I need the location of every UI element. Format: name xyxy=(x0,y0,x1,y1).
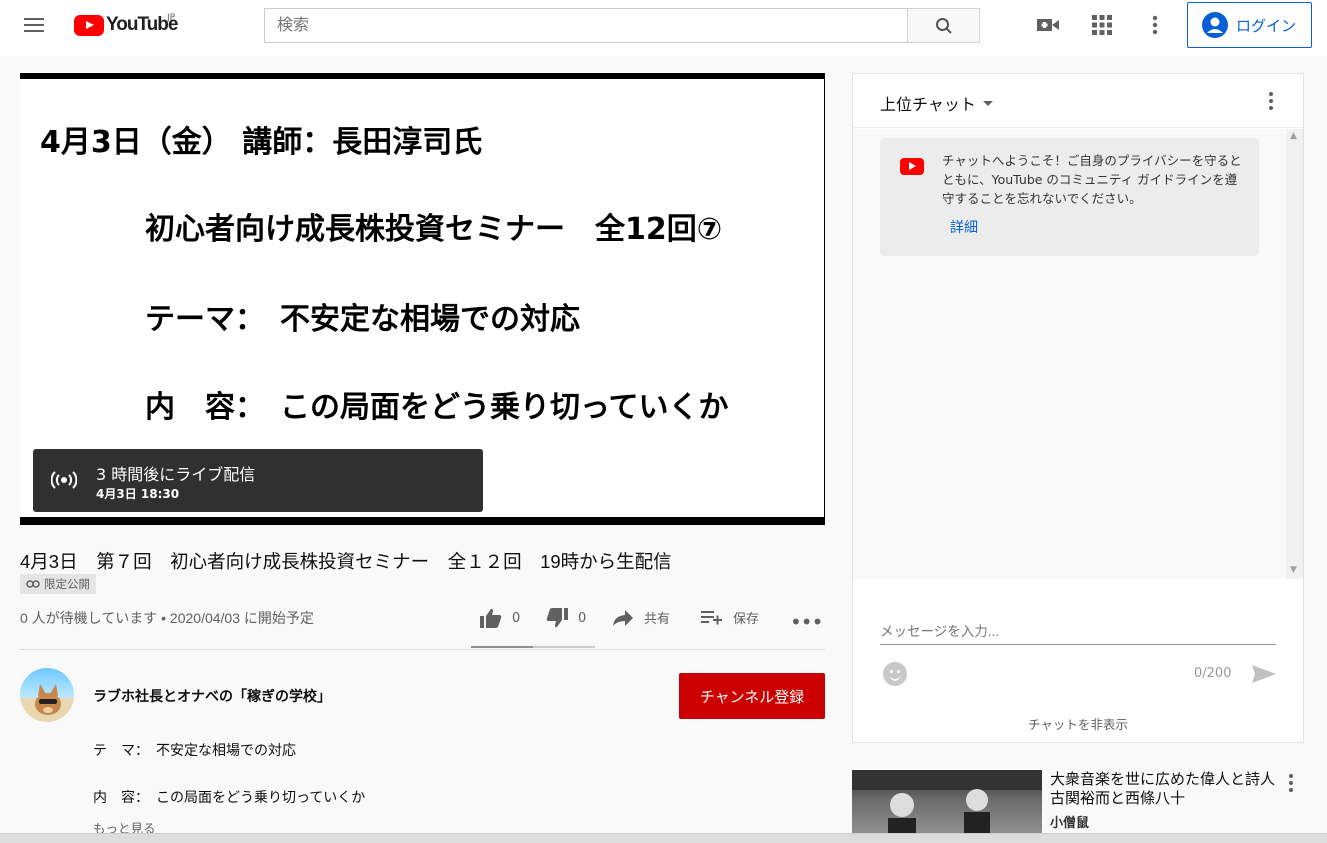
related-more-icon[interactable] xyxy=(1285,772,1297,794)
char-count: 0/200 xyxy=(1194,666,1232,681)
live-chat-panel: 上位チャット チャットへようこそ！ご自身のプライバシーを守るとともに、YouTu… xyxy=(852,73,1304,743)
live-broadcast-icon xyxy=(51,471,77,489)
youtube-logo[interactable]: YouTube xyxy=(74,13,178,37)
share-button[interactable]: 共有 xyxy=(612,608,670,627)
sentiment-bar-fill xyxy=(471,646,533,648)
sentiment-bar xyxy=(471,646,595,648)
top-bar: YouTube JP ログイン xyxy=(0,0,1327,56)
video-meta: 0 人が待機しています • 2020/04/03 に開始予定 xyxy=(20,610,314,626)
send-icon[interactable] xyxy=(1251,664,1277,684)
chat-message-input[interactable] xyxy=(880,619,1276,645)
subscribe-button[interactable]: チャンネル登録 xyxy=(679,673,825,719)
chat-header: 上位チャット xyxy=(853,74,1303,128)
login-label: ログイン xyxy=(1236,17,1297,35)
learn-more-link[interactable]: 詳細 xyxy=(950,217,978,237)
apps-grid-icon[interactable] xyxy=(1090,13,1114,37)
create-video-icon[interactable] xyxy=(1036,13,1060,37)
related-video-channel: 小僧鼠 xyxy=(1050,816,1090,831)
chat-scrollbar[interactable]: ▲ ▼ xyxy=(1286,129,1303,579)
divider xyxy=(20,649,825,650)
related-video-title[interactable]: 大衆音楽を世に広めた偉人と詩人 古関裕而と西條八十 xyxy=(1050,770,1290,808)
slide-line: 4月3日（金） 講師：長田淳司氏 xyxy=(40,125,483,160)
description-line: 内 容： この局面をどう乗り切っていくか xyxy=(93,789,366,805)
slide-line: テーマ： 不安定な相場での対応 xyxy=(145,302,580,337)
share-icon xyxy=(613,609,633,626)
youtube-icon xyxy=(900,158,924,175)
playlist-add-icon xyxy=(701,610,722,624)
live-start-date: 4月3日 18:30 xyxy=(96,487,180,501)
hide-chat-button[interactable]: チャットを非表示 xyxy=(853,714,1303,733)
chat-mode-label: 上位チャット xyxy=(880,95,976,114)
search-input[interactable] xyxy=(264,8,908,43)
emoji-icon[interactable] xyxy=(883,662,907,686)
like-count: 0 xyxy=(512,610,521,626)
youtube-play-icon xyxy=(74,14,104,36)
description-line: テ マ： 不安定な相場での対応 xyxy=(93,742,296,758)
settings-more-icon[interactable] xyxy=(1143,13,1167,37)
login-button[interactable]: ログイン xyxy=(1187,2,1312,48)
share-label: 共有 xyxy=(644,612,671,627)
live-schedule-banner: 3 時間後にライブ配信 4月3日 18:30 xyxy=(33,449,483,512)
bottom-edge xyxy=(0,833,1327,843)
dropdown-arrow-icon xyxy=(982,101,993,106)
privacy-label: 限定公開 xyxy=(44,577,90,591)
more-actions-icon[interactable]: ••• xyxy=(790,610,823,634)
like-button[interactable]: 0 xyxy=(480,608,520,628)
channel-avatar[interactable] xyxy=(20,668,74,722)
welcome-message: チャットへようこそ！ご自身のプライバシーを守るとともに、YouTube のコミュ… xyxy=(942,153,1242,206)
privacy-badge: 限定公開 xyxy=(20,574,96,594)
live-countdown-text: 3 時間後にライブ配信 xyxy=(96,465,256,484)
link-icon xyxy=(26,580,40,588)
video-player[interactable]: 4月3日（金） 講師：長田淳司氏 初心者向け成長株投資セミナー 全12回⑦ テー… xyxy=(20,73,825,525)
dislike-button[interactable]: 0 xyxy=(546,608,586,628)
chat-messages: チャットへようこそ！ご自身のプライバシーを守るとともに、YouTube のコミュ… xyxy=(853,129,1303,579)
slide-line: 内 容： この局面をどう乗り切っていくか xyxy=(145,390,729,425)
scroll-down-icon[interactable]: ▼ xyxy=(1290,565,1297,575)
dislike-count: 0 xyxy=(578,610,587,626)
search-icon xyxy=(935,17,952,34)
save-button[interactable]: 保存 xyxy=(701,608,759,627)
hamburger-menu-icon[interactable] xyxy=(22,16,46,40)
account-icon xyxy=(1202,12,1228,38)
scroll-up-icon[interactable]: ▲ xyxy=(1290,131,1297,141)
channel-name[interactable]: ラブホ社長とオナベの「稼ぎの学校」 xyxy=(93,686,331,706)
logo-country-code: JP xyxy=(167,13,176,23)
chat-mode-dropdown[interactable]: 上位チャット xyxy=(880,91,994,115)
thumbs-up-icon xyxy=(480,608,502,628)
chat-menu-icon[interactable] xyxy=(1261,90,1281,112)
thumbs-down-icon xyxy=(546,608,568,628)
save-label: 保存 xyxy=(733,612,760,627)
slide-line: 初心者向け成長株投資セミナー 全12回⑦ xyxy=(145,212,723,247)
video-title: 4月3日 第７回 初心者向け成長株投資セミナー 全１２回 19時から生配信 xyxy=(20,551,672,572)
search-button[interactable] xyxy=(907,8,980,43)
chat-welcome-card: チャットへようこそ！ご自身のプライバシーを守るとともに、YouTube のコミュ… xyxy=(880,138,1259,256)
